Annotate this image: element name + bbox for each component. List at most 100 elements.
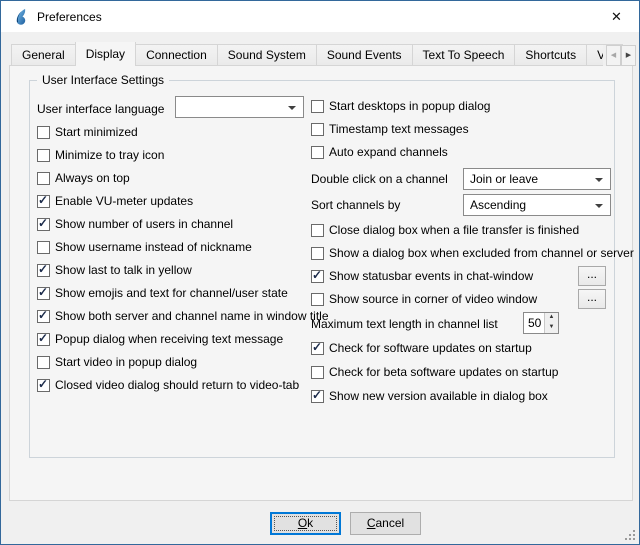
tab-scroll-buttons: ◀ ▶: [603, 45, 636, 66]
checkbox[interactable]: ✓: [37, 379, 50, 392]
checkbox-timestamp-messages[interactable]: Timestamp text messages: [311, 121, 469, 137]
checkmark-icon: ✓: [312, 340, 322, 354]
spinner-up-button[interactable]: ▲: [545, 313, 558, 323]
checkbox[interactable]: ✓: [311, 390, 324, 403]
checkbox[interactable]: [311, 100, 324, 113]
ok-button-accel: O: [298, 516, 307, 530]
checkbox-label: Show statusbar events in chat-window: [329, 269, 533, 283]
spinner-up-icon: ▲: [549, 314, 555, 320]
checkbox[interactable]: ✓: [311, 270, 324, 283]
language-label: User interface language: [37, 101, 164, 117]
checkmark-icon: ✓: [38, 308, 48, 322]
checkbox-vu-meter-updates[interactable]: ✓ Enable VU-meter updates: [37, 193, 193, 209]
checkbox-label: Start minimized: [55, 125, 138, 139]
spinner-value[interactable]: 50: [528, 316, 541, 330]
checkbox-label: Auto expand channels: [329, 145, 448, 159]
checkbox-popup-text-message[interactable]: ✓ Popup dialog when receiving text messa…: [37, 331, 283, 347]
tab-scroll-right-button[interactable]: ▶: [621, 45, 636, 66]
checkbox-show-username[interactable]: Show username instead of nickname: [37, 239, 252, 255]
close-button[interactable]: ✕: [594, 1, 639, 32]
checkbox-new-version-dialog[interactable]: ✓ Show new version available in dialog b…: [311, 388, 548, 404]
chevron-down-icon: [595, 204, 603, 208]
spinner-buttons: ▲ ▼: [544, 313, 558, 333]
cancel-button-label: ancel: [375, 516, 404, 530]
spinner-down-button[interactable]: ▼: [545, 323, 558, 333]
resize-grip[interactable]: [623, 528, 636, 541]
checkbox-start-minimized[interactable]: Start minimized: [37, 124, 138, 140]
checkbox-label: Show username instead of nickname: [55, 240, 252, 254]
checkbox[interactable]: [37, 241, 50, 254]
checkbox[interactable]: [311, 146, 324, 159]
checkbox-label: Show last to talk in yellow: [55, 263, 192, 277]
tab-sound-system[interactable]: Sound System: [217, 44, 317, 65]
window-title: Preferences: [37, 10, 102, 24]
checkbox-auto-expand[interactable]: Auto expand channels: [311, 144, 448, 160]
checkbox[interactable]: ✓: [37, 264, 50, 277]
checkmark-icon: ✓: [38, 193, 48, 207]
tab-shortcuts[interactable]: Shortcuts: [514, 44, 587, 65]
sort-channels-combo-value: Ascending: [470, 198, 526, 212]
tab-display[interactable]: Display: [75, 42, 136, 66]
tab-bar: General Display Connection Sound System …: [11, 42, 623, 66]
checkbox-label: Show source in corner of video window: [329, 292, 537, 306]
checkbox[interactable]: ✓: [37, 310, 50, 323]
checkbox-label: Enable VU-meter updates: [55, 194, 193, 208]
checkbox[interactable]: ✓: [37, 218, 50, 231]
checkbox-label: Show number of users in channel: [55, 217, 233, 231]
checkbox[interactable]: [311, 247, 324, 260]
tab-text-to-speech[interactable]: Text To Speech: [412, 44, 516, 65]
max-text-length-spinner[interactable]: 50 ▲ ▼: [523, 312, 559, 334]
checkbox-video-source-corner[interactable]: Show source in corner of video window: [311, 291, 537, 307]
checkbox-label: Check for software updates on startup: [329, 341, 532, 355]
checkbox-file-transfer-close[interactable]: Close dialog box when a file transfer is…: [311, 222, 579, 238]
ellipsis-label: ...: [587, 267, 597, 281]
checkbox[interactable]: [37, 149, 50, 162]
checkbox-label: Show a dialog box when excluded from cha…: [329, 246, 634, 260]
checkbox-always-on-top[interactable]: Always on top: [37, 170, 130, 186]
checkbox-excluded-dialog[interactable]: Show a dialog box when excluded from cha…: [311, 245, 634, 261]
checkbox[interactable]: ✓: [37, 195, 50, 208]
checkbox[interactable]: [311, 123, 324, 136]
checkbox-label: Closed video dialog should return to vid…: [55, 378, 299, 392]
tab-scroll-left-button[interactable]: ◀: [606, 45, 621, 66]
checkbox-emoji-text-state[interactable]: ✓ Show emojis and text for channel/user …: [37, 285, 288, 301]
checkbox[interactable]: [37, 172, 50, 185]
tab-connection[interactable]: Connection: [135, 44, 218, 65]
checkbox-show-user-count[interactable]: ✓ Show number of users in channel: [37, 216, 233, 232]
checkbox[interactable]: [311, 366, 324, 379]
checkbox[interactable]: [37, 356, 50, 369]
statusbar-events-more-button[interactable]: ...: [578, 266, 606, 286]
ok-button[interactable]: Ok: [270, 512, 341, 535]
checkbox[interactable]: ✓: [37, 287, 50, 300]
checkmark-icon: ✓: [38, 377, 48, 391]
checkbox[interactable]: [37, 126, 50, 139]
checkbox-last-talk-yellow[interactable]: ✓ Show last to talk in yellow: [37, 262, 192, 278]
video-source-more-button[interactable]: ...: [578, 289, 606, 309]
checkbox[interactable]: [311, 293, 324, 306]
double-click-combo[interactable]: Join or leave: [463, 168, 611, 190]
checkbox-video-popup[interactable]: Start video in popup dialog: [37, 354, 197, 370]
checkbox-statusbar-events[interactable]: ✓ Show statusbar events in chat-window: [311, 268, 533, 284]
checkmark-icon: ✓: [38, 285, 48, 299]
checkbox-minimize-to-tray[interactable]: Minimize to tray icon: [37, 147, 164, 163]
checkbox-label: Start video in popup dialog: [55, 355, 197, 369]
checkbox-video-return-tab[interactable]: ✓ Closed video dialog should return to v…: [37, 377, 299, 393]
checkbox-beta-updates[interactable]: Check for beta software updates on start…: [311, 364, 558, 380]
spinner-down-icon: ▼: [549, 324, 555, 330]
sort-channels-combo[interactable]: Ascending: [463, 194, 611, 216]
checkmark-icon: ✓: [38, 262, 48, 276]
checkbox-updates-startup[interactable]: ✓ Check for software updates on startup: [311, 340, 532, 356]
checkbox-server-channel-title[interactable]: ✓ Show both server and channel name in w…: [37, 308, 329, 324]
checkbox[interactable]: ✓: [311, 342, 324, 355]
tab-sound-events[interactable]: Sound Events: [316, 44, 413, 65]
checkbox-label: Timestamp text messages: [329, 122, 469, 136]
tab-general[interactable]: General: [11, 44, 76, 65]
checkbox[interactable]: ✓: [37, 333, 50, 346]
checkmark-icon: ✓: [38, 216, 48, 230]
cancel-button[interactable]: Cancel: [350, 512, 421, 535]
language-combo[interactable]: [175, 96, 304, 118]
title-bar[interactable]: Preferences ✕: [1, 1, 639, 32]
app-icon: [11, 8, 29, 26]
checkbox[interactable]: [311, 224, 324, 237]
checkbox-desktops-popup[interactable]: Start desktops in popup dialog: [311, 98, 490, 114]
